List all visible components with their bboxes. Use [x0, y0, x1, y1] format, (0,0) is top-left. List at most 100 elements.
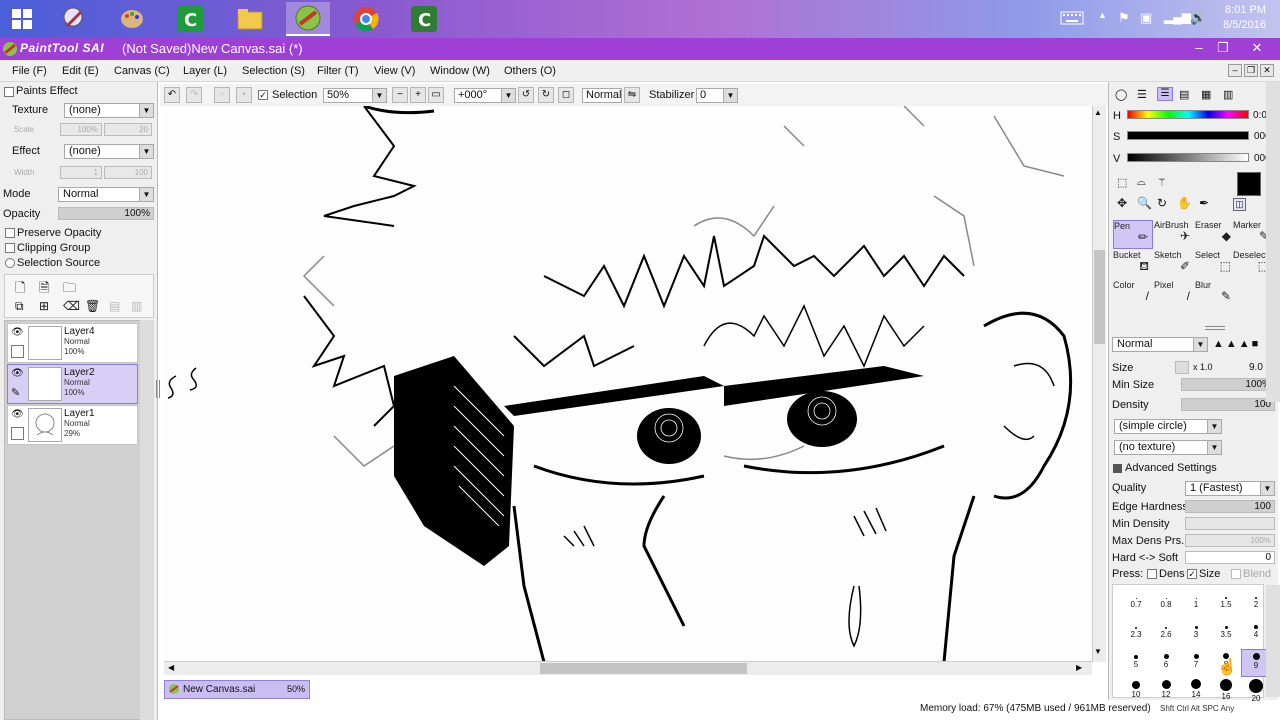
- new-folder-icon[interactable]: 🗀: [63, 279, 76, 301]
- eye-icon[interactable]: 👁: [11, 409, 25, 421]
- volume-icon[interactable]: 🔊: [1190, 10, 1206, 26]
- mdi-restore-button[interactable]: ❐: [1244, 64, 1258, 77]
- panel-splitter-handle[interactable]: [1205, 326, 1225, 330]
- tool-airbrush[interactable]: AirBrush ✈: [1154, 220, 1194, 249]
- menu-view[interactable]: View (V): [374, 65, 415, 77]
- rect-select-icon[interactable]: ⬚: [1117, 176, 1127, 189]
- move-icon[interactable]: ✥: [1117, 196, 1127, 210]
- layer-item-layer1[interactable]: 👁 Layer1 Normal 29%: [7, 405, 138, 445]
- vertical-scroll-thumb[interactable]: [1094, 250, 1105, 344]
- brush-size-preset[interactable]: 3.5: [1211, 619, 1241, 647]
- taskbar-clock[interactable]: 8:01 PM 8/5/2016: [1206, 3, 1266, 33]
- scroll-down-icon[interactable]: ▼: [1094, 647, 1102, 656]
- tool-eraser[interactable]: Eraser ◆: [1195, 220, 1235, 249]
- mdi-close-button[interactable]: ✕: [1260, 64, 1274, 77]
- menu-edit[interactable]: Edit (E): [62, 65, 99, 77]
- brush-grid-scrollbar[interactable]: [1266, 585, 1280, 697]
- close-button[interactable]: ✕: [1246, 40, 1268, 56]
- network-icon[interactable]: ▣: [1140, 10, 1152, 26]
- width-slider[interactable]: 1: [60, 166, 102, 179]
- tool-pen[interactable]: Pen ✏: [1113, 220, 1153, 249]
- layer-mode-select[interactable]: Normal ▼: [58, 187, 154, 202]
- canvas-vertical-scrollbar[interactable]: ▲ ▼: [1092, 106, 1106, 662]
- brush-size-preset[interactable]: 1: [1181, 589, 1211, 617]
- saturation-slider[interactable]: [1127, 131, 1249, 140]
- rotate-icon[interactable]: ↻: [1157, 196, 1167, 210]
- tool-pixel[interactable]: Pixel /: [1154, 280, 1194, 309]
- brush-size-preset[interactable]: 10: [1121, 679, 1151, 707]
- camtasia-studio-icon[interactable]: C: [402, 2, 446, 36]
- action-center-flag-icon[interactable]: ⚑: [1118, 10, 1130, 26]
- blend-mode-select[interactable]: Normal: [582, 88, 622, 103]
- brush-size-preset[interactable]: 12: [1151, 679, 1181, 707]
- lock-checkbox[interactable]: [11, 427, 24, 440]
- menu-filter[interactable]: Filter (T): [317, 65, 359, 77]
- menu-canvas[interactable]: Canvas (C): [114, 65, 170, 77]
- brush-size-preset[interactable]: 2.6: [1151, 619, 1181, 647]
- layer-item-layer2[interactable]: 👁 ✎ Layer2 Normal 100%: [7, 364, 138, 404]
- camtasia-recorder-icon[interactable]: C: [168, 2, 212, 36]
- maximize-button[interactable]: ❐: [1212, 40, 1234, 56]
- scale-value-field[interactable]: 20: [104, 123, 152, 136]
- current-color-swatch[interactable]: [1237, 172, 1261, 196]
- min-density-slider[interactable]: [1185, 517, 1275, 530]
- eyedropper-icon[interactable]: ✒: [1199, 196, 1209, 210]
- show-hidden-icons-icon[interactable]: ▲: [1098, 10, 1107, 20]
- opacity-slider[interactable]: 100%: [58, 207, 154, 220]
- merge-down-icon[interactable]: ⊞: [39, 299, 49, 313]
- lasso-icon[interactable]: ⌓: [1137, 176, 1146, 189]
- rgb-sliders-icon[interactable]: ☰: [1137, 88, 1147, 101]
- right-panel-scrollbar[interactable]: [1266, 82, 1280, 402]
- rotate-cw-icon[interactable]: ↻: [538, 87, 554, 103]
- canvas-horizontal-scrollbar[interactable]: ◀ ▶: [164, 661, 1092, 675]
- magic-wand-icon[interactable]: ⚚: [1157, 176, 1167, 189]
- hue-slider[interactable]: [1127, 110, 1249, 119]
- brush-size-preset[interactable]: 7: [1181, 649, 1211, 677]
- scroll-right-icon[interactable]: ▶: [1076, 663, 1082, 672]
- preserve-opacity-checkbox[interactable]: [5, 228, 15, 238]
- zoom-out-icon[interactable]: −: [392, 87, 408, 103]
- signal-bars-icon[interactable]: ▂▄▆: [1164, 10, 1191, 24]
- eye-icon[interactable]: 👁: [11, 368, 25, 380]
- brush-texture-select[interactable]: (no texture) ▼: [1114, 440, 1222, 455]
- brush-size-preset[interactable]: 0.7: [1121, 589, 1151, 617]
- minimize-button[interactable]: –: [1188, 40, 1210, 55]
- max-dens-prs-slider[interactable]: 100%: [1185, 534, 1275, 547]
- selection-checkbox[interactable]: ✓: [258, 90, 268, 100]
- brush-size-preset[interactable]: 2.3: [1121, 619, 1151, 647]
- tool-sketch[interactable]: Sketch ✐: [1154, 250, 1194, 279]
- mdi-minimize-button[interactable]: –: [1228, 64, 1242, 77]
- paints-effect-collapse-icon[interactable]: [4, 87, 14, 97]
- density-slider[interactable]: 100: [1181, 398, 1275, 411]
- horizontal-scroll-thumb[interactable]: [540, 663, 747, 674]
- chrome-icon[interactable]: [344, 2, 388, 36]
- color-swatches-icon[interactable]: ▤: [1179, 88, 1189, 101]
- color-wheel-icon[interactable]: ◯: [1115, 88, 1127, 101]
- brush-size-preset[interactable]: 3: [1181, 619, 1211, 647]
- hand-icon[interactable]: ✋: [1177, 196, 1192, 210]
- brush-size-preset[interactable]: 16: [1211, 679, 1241, 707]
- brush-size-preset[interactable]: 14: [1181, 679, 1211, 707]
- clipping-group-checkbox[interactable]: [5, 243, 15, 253]
- panel-splitter-handle[interactable]: [156, 380, 160, 398]
- quality-select[interactable]: 1 (Fastest) ▼: [1185, 481, 1275, 496]
- menu-others[interactable]: Others (O): [504, 65, 556, 77]
- zoom-select[interactable]: 50% ▼: [323, 88, 387, 103]
- menu-window[interactable]: Window (W): [430, 65, 490, 77]
- edge-hardness-slider[interactable]: 100: [1185, 500, 1275, 513]
- tool-select[interactable]: Select ⬚: [1195, 250, 1235, 279]
- scratchpad-icon[interactable]: ▦: [1201, 88, 1211, 101]
- hard-soft-slider[interactable]: 0: [1185, 551, 1275, 564]
- rotation-select[interactable]: +000° ▼: [454, 88, 516, 103]
- drawing-canvas[interactable]: [164, 106, 1092, 662]
- layer-item-layer4[interactable]: 👁 Layer4 Normal 100%: [7, 323, 138, 363]
- size-multiplier-button[interactable]: [1175, 361, 1189, 374]
- scroll-left-icon[interactable]: ◀: [168, 663, 174, 672]
- press-size-checkbox[interactable]: ✓: [1187, 569, 1197, 579]
- brush-size-preset[interactable]: 1.5: [1211, 589, 1241, 617]
- selection-source-radio[interactable]: [5, 258, 15, 268]
- clear-layer-icon[interactable]: ⌫: [63, 299, 80, 313]
- hsv-sliders-icon[interactable]: ☰: [1157, 87, 1173, 101]
- effect-select[interactable]: (none) ▼: [64, 144, 154, 159]
- brush-size-preset[interactable]: 0.8: [1151, 589, 1181, 617]
